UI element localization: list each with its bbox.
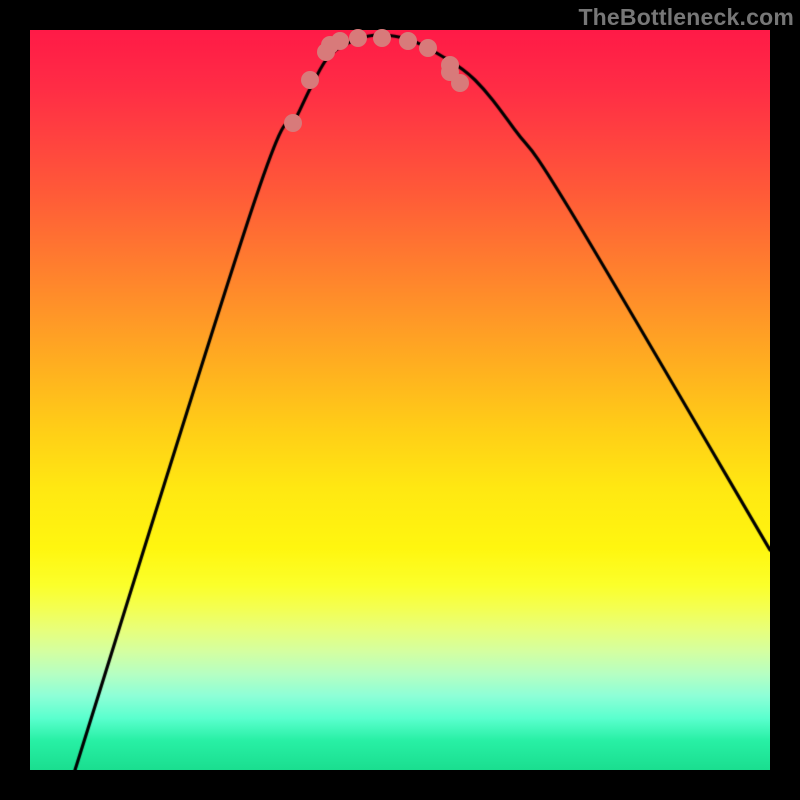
data-point (349, 29, 367, 47)
data-point (399, 32, 417, 50)
chart-frame: TheBottleneck.com (0, 0, 800, 800)
bottleneck-curve (30, 30, 770, 770)
data-point (301, 71, 319, 89)
plot-area (30, 30, 770, 770)
data-point (284, 114, 302, 132)
data-point (373, 29, 391, 47)
data-point (419, 39, 437, 57)
watermark-text: TheBottleneck.com (578, 4, 794, 31)
data-point (331, 32, 349, 50)
data-point (451, 74, 469, 92)
